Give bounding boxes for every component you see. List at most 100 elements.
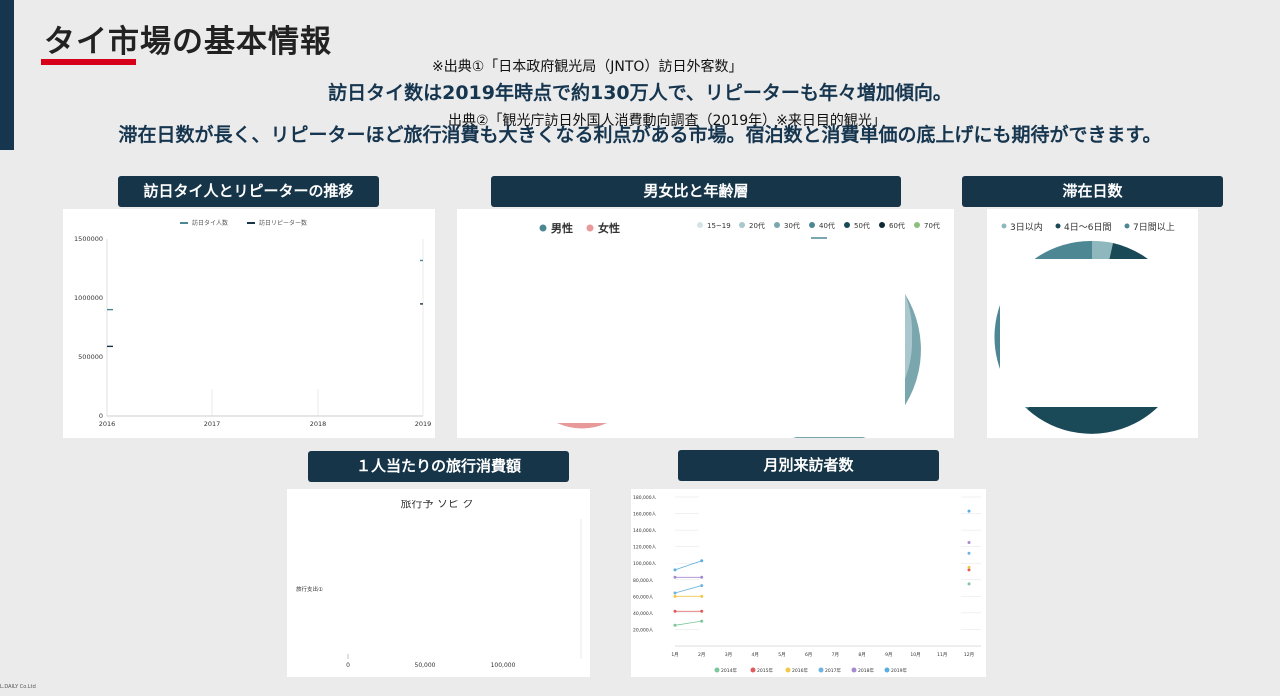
x-tick-label: 11月 [937,652,947,658]
legend-dot-male [539,224,547,232]
legend-dot-age [774,222,780,228]
legend-label-age: 40代 [819,221,835,230]
title-mask [377,489,517,500]
series-point [700,575,704,579]
monthly-panel: 180,000人 160,000人 140,000人 120,000人 100,000人… [631,489,986,677]
gender-pie-female-slice [557,423,607,429]
legend-label: 2017年 [825,667,841,674]
spend-panel-title: １人当たりの旅行消費額 [308,451,569,482]
legend-dot-age [697,222,703,228]
y-tick-label: 1000000 [74,294,103,302]
x-tick-label: 3月 [725,652,732,658]
monthly-series [673,509,971,627]
x-tick-label: 9月 [885,652,892,658]
legend-dot-age [809,222,815,228]
y-tick-label: 80,000人 [633,578,654,584]
visitors-legend: 訪日タイ人数 訪日リピーター数 [180,219,307,227]
y-tick-label: 0 [99,412,103,420]
series-point [673,594,677,598]
y-tick-label: 120,000人 [633,545,657,551]
spend-panel: 旅行予 ソピ ク 旅行支出① 0 50,000 100,000 [287,489,590,677]
series-point [700,584,704,588]
legend-dot-stay [1001,223,1007,229]
series-point [967,565,971,569]
x-tick-label: 8月 [858,652,865,658]
monthly-legend: 2014年 2015年 2016年 2017年 2018年 2019年 [714,667,907,674]
series-point [700,609,704,613]
x-tick-label: 2017 [204,420,221,428]
footer-logo: L.DAILY Co.Ltd [0,684,36,690]
x-tick-label: 2016 [99,420,116,428]
legend-dot [714,667,720,673]
y-tick-label: 100,000人 [633,561,657,567]
series-line [674,585,702,594]
legend-label-stay: 4日～6日間 [1064,222,1111,233]
y-tick-label: 140,000人 [633,528,657,534]
chart-mask [757,239,905,437]
x-tick-label: 50,000 [415,662,436,669]
y-tick-label: 60,000人 [633,594,654,600]
y-tick-label: 40,000人 [633,611,654,617]
legend-label-stay: 3日以内 [1010,221,1043,233]
monthly-chart: 180,000人 160,000人 140,000人 120,000人 100,000人… [633,495,981,674]
x-tick-label: 4月 [751,652,758,658]
series-point [700,559,704,563]
legend-label: 2014年 [721,667,737,674]
legend-label-male: 男性 [551,221,573,235]
legend-dot-stay [1124,223,1130,229]
x-tick-label: 2019 [415,420,432,428]
series-point [673,568,677,572]
x-tick-label: 12月 [964,652,974,658]
source-line-1: ※出典①「日本政府観光局（JNTO）訪日外客数」 [432,59,743,75]
legend-dot [851,667,857,673]
stay-panel-title: 滞在日数 [962,176,1223,207]
legend-dot [750,667,756,673]
stay-legend: 3日以内 4日～6日間 7日間以上 [1001,221,1175,233]
x-tick-label: 2月 [698,652,705,658]
chart-mask [1000,259,1190,407]
series-line [674,560,702,571]
lead-line-2: 滞在日数が長く、リピーターほど旅行消費も大きくなる利点がある市場。宿泊数と消費単… [118,124,1162,146]
y-tick-label: 180,000人 [633,495,657,501]
legend-dot [884,667,890,673]
legend-label: 2018年 [858,667,874,674]
x-tick-label: 6月 [805,652,812,658]
gender-legend: 男性 女性 [539,221,620,235]
age-pie-top-sliver [811,237,827,239]
stay-panel: 3日以内 4日～6日間 7日間以上 [987,209,1198,438]
legend-label-stay: 7日間以上 [1133,222,1175,233]
x-tick-label: 10月 [910,652,920,658]
x-tick-label: 0 [346,662,350,669]
spend-category-label: 旅行支出① [296,585,323,593]
legend-label-age: 20代 [749,221,765,230]
y-tick-label: 20,000人 [633,627,654,633]
x-tick-label: 7月 [832,652,839,658]
page-title: タイ市場の基本情報 [44,24,332,60]
age-legend: 15~19 20代 30代 40代 50代 60代 70代 [697,221,940,230]
legend-dot-age [739,222,745,228]
legend-label: 2016年 [792,667,808,674]
gender-age-panel-title: 男女比と年齢層 [491,176,901,207]
series-point [673,623,677,627]
series-point [700,619,704,623]
gender-age-chart: 男性 女性 15~19 20代 30代 40代 50代 60代 70代 [539,221,940,438]
visitors-series [107,259,423,348]
legend-label-age: 60代 [889,221,905,230]
series-point [700,594,704,598]
legend-label-female: 女性 [598,221,620,235]
y-tick-label: 1500000 [74,235,103,243]
legend-label: 2015年 [757,667,773,674]
stay-chart: 3日以内 4日～6日間 7日間以上 [994,221,1190,434]
spend-chart: 旅行予 ソピ ク 旅行支出① 0 50,000 100,000 [296,489,582,669]
gender-age-panel: 男性 女性 15~19 20代 30代 40代 50代 60代 70代 [457,209,954,438]
title-underline [41,59,136,65]
monthly-axes: 180,000人 160,000人 140,000人 120,000人 100,000人… [633,495,981,658]
y-tick-label: 500000 [78,353,103,361]
monthly-panel-title: 月別来訪者数 [678,450,939,481]
legend-swatch-repeaters [247,222,255,224]
legend-label-age: 30代 [784,221,800,230]
legend-label-age: 70代 [924,221,940,230]
x-tick-label: 2018 [310,420,327,428]
series-line [674,620,702,626]
series-point [967,509,971,513]
